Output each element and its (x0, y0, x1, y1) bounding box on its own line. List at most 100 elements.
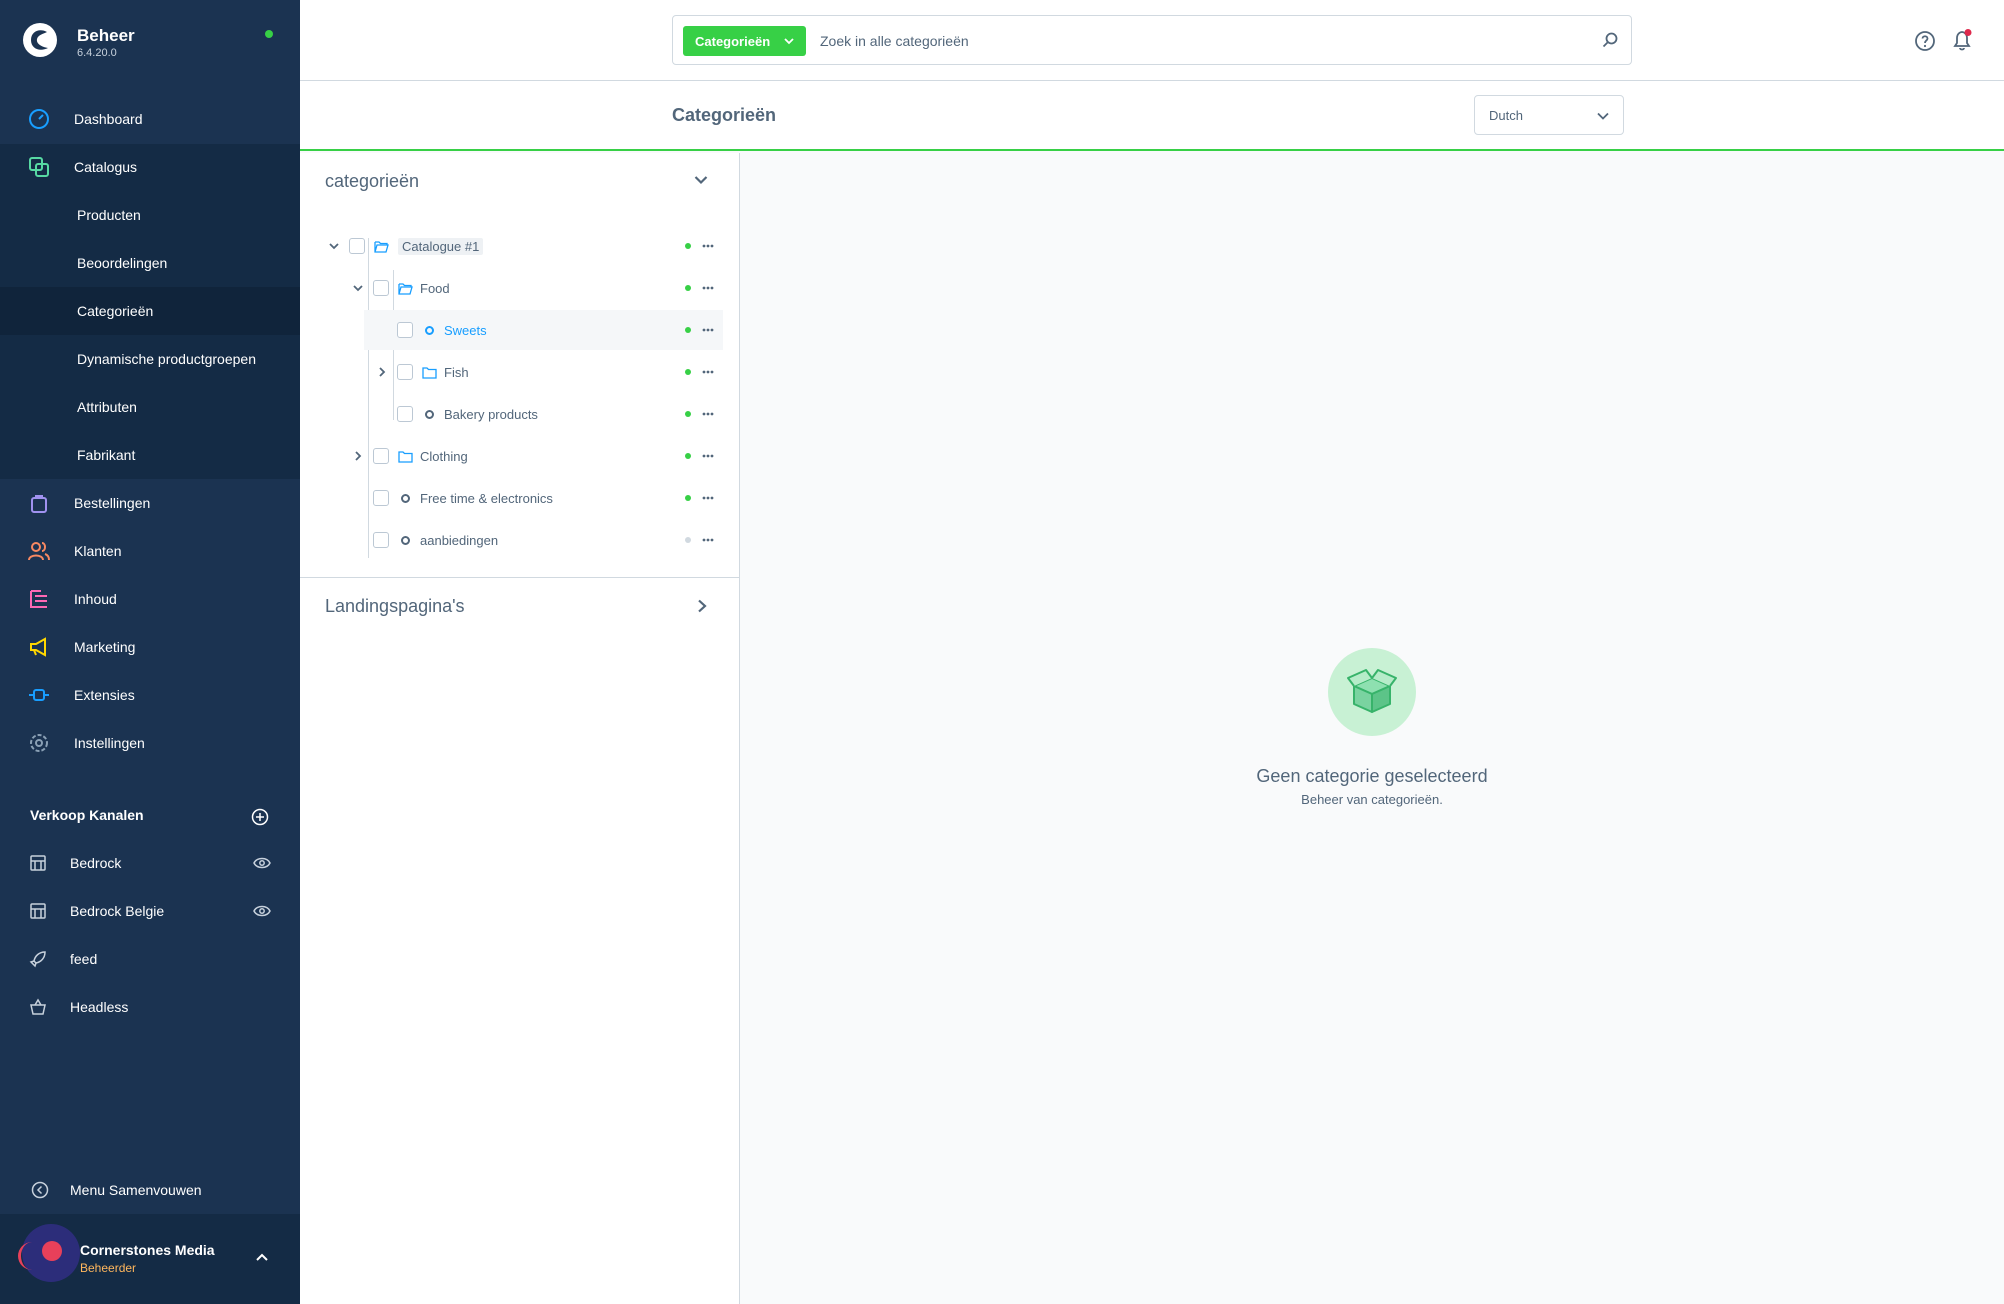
tree-item-label: Bakery products (444, 406, 538, 422)
shopware-logo-icon[interactable] (22, 22, 58, 58)
tree-item-label: Free time & electronics (420, 490, 553, 506)
nav-item-marketing[interactable]: Marketing (0, 623, 300, 671)
megaphone-icon (30, 637, 46, 657)
tree-item-free-time-electronics[interactable]: Free time & electronics (320, 478, 720, 518)
tree-item-sweets[interactable]: Sweets (364, 310, 723, 350)
tree-checkbox[interactable] (373, 532, 389, 548)
more-horizontal-icon[interactable] (702, 370, 714, 374)
active-status-dot (685, 369, 691, 375)
nav-item-settings[interactable]: Instellingen (0, 719, 300, 767)
tree-checkbox[interactable] (373, 448, 389, 464)
help-circle-icon[interactable] (1914, 30, 1936, 52)
collapse-menu-button[interactable]: Menu Samenvouwen (0, 1166, 300, 1214)
tree-checkbox[interactable] (397, 364, 413, 380)
sales-channels-title: Verkoop Kanalen (30, 807, 144, 823)
nav-sub-products[interactable]: Producten (0, 191, 300, 239)
section-divider (300, 577, 740, 578)
more-horizontal-icon[interactable] (702, 454, 714, 458)
nav-label: Instellingen (74, 735, 145, 751)
nav-sub-attributes[interactable]: Attributen (0, 383, 300, 431)
nav-sub-reviews[interactable]: Beoordelingen (0, 239, 300, 287)
tree-item-label: Fish (444, 364, 469, 380)
circle-icon (425, 325, 434, 335)
rocket-icon (29, 951, 46, 968)
add-circle-icon[interactable] (251, 808, 269, 826)
tree-item-aanbiedingen[interactable]: aanbiedingen (320, 520, 720, 560)
folder-icon (398, 450, 413, 463)
chevron-up-icon[interactable] (255, 1252, 269, 1262)
basket-icon (30, 998, 46, 1015)
tree-item-fish[interactable]: Fish (320, 352, 720, 392)
nav-label: Catalogus (74, 159, 138, 175)
channel-item-bedrock[interactable]: Bedrock (0, 839, 300, 887)
brand-title: Beheer (77, 26, 135, 45)
more-horizontal-icon[interactable] (702, 538, 714, 542)
search-type-dropdown[interactable]: Categorieën (683, 26, 806, 56)
eye-icon[interactable] (253, 904, 271, 918)
circle-icon (425, 409, 434, 419)
nav-item-extensions[interactable]: Extensies (0, 671, 300, 719)
nav-item-customers[interactable]: Klanten (0, 527, 300, 575)
tree-item-label: Catalogue #1 (398, 237, 484, 255)
tree-item-food[interactable]: Food (320, 268, 720, 308)
nav-item-dashboard[interactable]: Dashboard (0, 95, 300, 143)
nav-sub-categories[interactable]: Categorieën (0, 287, 300, 335)
search-input[interactable] (820, 26, 1580, 56)
channel-item-bedrock-belgie[interactable]: Bedrock Belgie (0, 887, 300, 935)
brand-header: Beheer 6.4.20.0 (0, 0, 300, 84)
category-tree-panel: categorieën Catalogue #1 Food Sweets Fis… (300, 153, 740, 1304)
tree-item-catalogue[interactable]: Catalogue #1 (320, 226, 720, 266)
content-icon (30, 590, 47, 608)
users-icon (28, 542, 50, 561)
chevron-down-icon[interactable] (353, 283, 363, 293)
more-horizontal-icon[interactable] (702, 286, 714, 290)
nav-label: Extensies (74, 687, 135, 703)
tree-checkbox[interactable] (397, 406, 413, 422)
nav-item-catalog[interactable]: Catalogus (0, 143, 300, 191)
nav-sub-label: Producten (77, 207, 141, 223)
tree-checkbox[interactable] (373, 280, 389, 296)
tree-item-bakery-products[interactable]: Bakery products (320, 394, 720, 434)
nav-item-orders[interactable]: Bestellingen (0, 479, 300, 527)
chevron-left-circle-icon (31, 1181, 49, 1199)
tree-checkbox[interactable] (397, 322, 413, 338)
more-horizontal-icon[interactable] (702, 244, 714, 248)
active-status-dot (685, 453, 691, 459)
search-icon[interactable] (1601, 31, 1619, 49)
tree-section-title[interactable]: categorieën (325, 171, 419, 192)
plug-icon (29, 689, 49, 701)
global-search: Categorieën (672, 15, 1632, 65)
chevron-down-icon[interactable] (329, 241, 339, 251)
landing-pages-section-title[interactable]: Landingspagina's (325, 596, 465, 617)
nav-item-content[interactable]: Inhoud (0, 575, 300, 623)
shopping-bag-icon (31, 495, 47, 513)
tree-item-clothing[interactable]: Clothing (320, 436, 720, 476)
more-horizontal-icon[interactable] (702, 412, 714, 416)
tree-checkbox[interactable] (373, 490, 389, 506)
chevron-right-icon[interactable] (353, 451, 363, 461)
more-horizontal-icon[interactable] (702, 328, 714, 332)
nav-label: Marketing (74, 639, 136, 655)
circle-icon (401, 493, 410, 503)
nav-sub-dynamic-groups[interactable]: Dynamische productgroepen (0, 335, 300, 383)
tree-checkbox[interactable] (349, 238, 365, 254)
language-select[interactable]: Dutch (1474, 95, 1624, 135)
avatar-badge (42, 1241, 62, 1261)
empty-state-illustration (1328, 648, 1416, 736)
channel-label: feed (70, 951, 98, 967)
chevron-down-icon[interactable] (694, 175, 708, 185)
chevron-right-icon[interactable] (697, 599, 707, 613)
more-horizontal-icon[interactable] (702, 496, 714, 500)
chevron-right-icon[interactable] (377, 367, 387, 377)
catalog-icon (29, 157, 49, 177)
folder-open-icon (398, 282, 413, 295)
user-name: Cornerstones Media (80, 1242, 215, 1258)
bell-icon[interactable] (1950, 28, 1974, 52)
eye-icon[interactable] (253, 856, 271, 870)
nav-sub-manufacturer[interactable]: Fabrikant (0, 431, 300, 479)
nav-label: Bestellingen (74, 495, 151, 511)
language-select-value: Dutch (1489, 107, 1523, 123)
channel-item-headless[interactable]: Headless (0, 983, 300, 1031)
channel-item-feed[interactable]: feed (0, 935, 300, 983)
inactive-status-dot (685, 537, 691, 543)
